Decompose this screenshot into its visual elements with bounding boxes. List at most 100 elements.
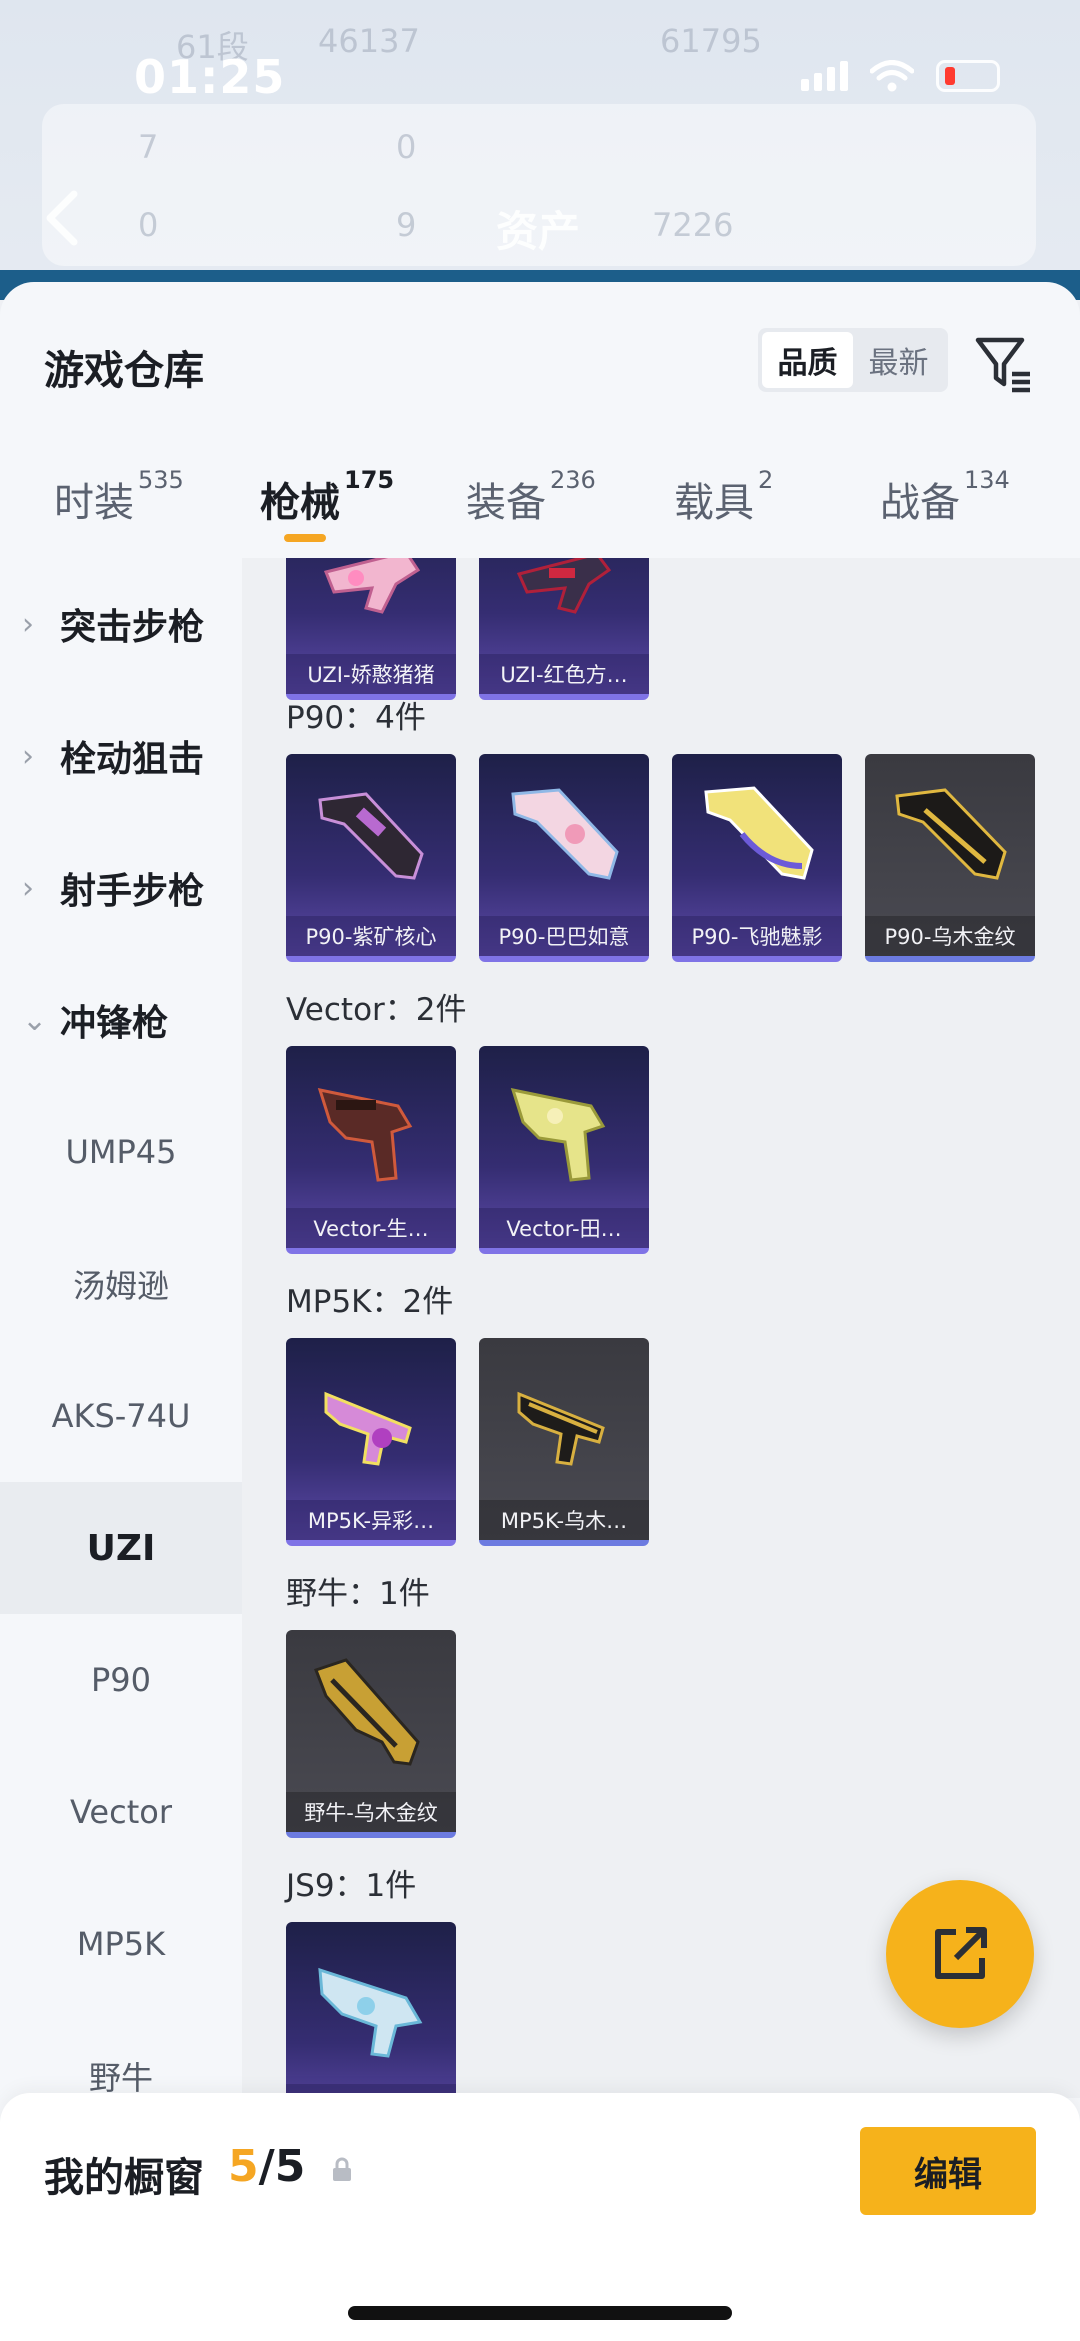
nav-item-uzi[interactable]: UZI: [0, 1482, 242, 1614]
nav-group-marksman-rifle[interactable]: › 射手步枪: [0, 822, 242, 954]
background-faded-text: 7226: [652, 206, 734, 244]
tab-equipment[interactable]: 装备 236: [466, 466, 596, 528]
chevron-right-icon: ›: [22, 738, 34, 774]
nav-item-thompson[interactable]: 汤姆逊: [0, 1218, 242, 1350]
section-title-js9: JS9：1件: [286, 1868, 417, 1904]
weapon-skin-image: [516, 558, 612, 614]
weapon-card-label: MP5K-乌木…: [479, 1500, 649, 1540]
weapon-card-label: P90-飞驰魅影: [672, 916, 842, 956]
share-icon: [935, 1927, 987, 1979]
tab-firearms[interactable]: 枪械 175: [260, 466, 394, 528]
back-arrow-icon[interactable]: [40, 188, 84, 252]
weapon-skin-image: [895, 788, 1007, 880]
section-title-p90: P90：4件: [286, 700, 426, 736]
weapon-card[interactable]: P90-乌木金纹: [865, 754, 1035, 962]
weapon-card-label: P90-乌木金纹: [865, 916, 1035, 956]
showcase-label: 我的橱窗: [44, 2155, 204, 2201]
tab-label: 装备: [466, 480, 546, 526]
weapon-card[interactable]: 野牛-乌木金纹: [286, 1630, 456, 1838]
weapon-skin-image: [510, 1088, 606, 1182]
weapon-grid: UZI-娇憨猪猪 UZI-红色方… P90：4件 P90-紫矿核心 P90-巴巴…: [242, 558, 1080, 2098]
chevron-right-icon: ›: [22, 870, 34, 906]
signal-icon: [801, 61, 848, 91]
home-indicator: [348, 2306, 732, 2320]
weapon-skin-image: [517, 1391, 605, 1466]
weapon-card-label: Vector-田…: [479, 1208, 649, 1248]
active-tab-indicator: [284, 534, 326, 542]
tab-label: 战备: [880, 480, 960, 526]
nav-group-bolt-sniper[interactable]: › 栓动狙击: [0, 690, 242, 822]
weapon-card-label: UZI-红色方…: [479, 654, 649, 694]
nav-group-assault-rifle[interactable]: › 突击步枪: [0, 558, 242, 690]
section-title-mp5k: MP5K：2件: [286, 1284, 454, 1320]
tab-count: 134: [964, 466, 1010, 494]
weapon-category-nav: › 突击步枪 › 栓动狙击 › 射手步枪 ⌄ 冲锋枪 UMP45 汤姆逊 AKS…: [0, 558, 242, 2158]
background-faded-text: 7: [138, 128, 159, 166]
tab-battle-gear[interactable]: 战备 134: [880, 466, 1010, 528]
sort-option-latest[interactable]: 最新: [853, 332, 944, 388]
weapon-card-label: P90-巴巴如意: [479, 916, 649, 956]
game-warehouse-sheet: 游戏仓库 品质 最新 时装 535 枪械 175 装备 236 载具 2 战备 134 ›…: [0, 282, 1080, 2341]
weapon-card[interactable]: Vector-田…: [479, 1046, 649, 1254]
weapon-skin-image: [318, 1967, 423, 2058]
nav-group-label: 射手步枪: [60, 871, 205, 912]
tab-count: 2: [758, 466, 774, 494]
tab-count: 535: [138, 466, 184, 494]
showcase-bar: 我的橱窗 5/5 编辑: [0, 2093, 1080, 2341]
edit-button[interactable]: 编辑: [860, 2127, 1036, 2215]
background-faded-text: 9: [396, 206, 417, 244]
status-icons: [801, 60, 1000, 92]
nav-item-aks74u[interactable]: AKS-74U: [0, 1350, 242, 1482]
tab-fashion[interactable]: 时装 535: [54, 466, 184, 528]
background-faded-text: 0: [138, 206, 159, 244]
tab-label: 载具: [674, 480, 754, 526]
sheet-title: 游戏仓库: [44, 348, 204, 394]
showcase-count: 5/5: [228, 2141, 305, 2192]
weapon-skin-image: [323, 558, 421, 614]
chevron-down-icon: ⌄: [22, 1002, 48, 1038]
status-time: 01:25: [134, 50, 286, 104]
nav-item-vector[interactable]: Vector: [0, 1746, 242, 1878]
background-faded-text: 46137: [318, 22, 420, 60]
nav-item-ump45[interactable]: UMP45: [0, 1086, 242, 1218]
showcase-max: 5: [274, 2141, 306, 2192]
weapon-card[interactable]: P90-紫矿核心: [286, 754, 456, 962]
chevron-right-icon: ›: [22, 606, 34, 642]
weapon-card[interactable]: UZI-红色方…: [479, 558, 649, 700]
weapon-skin-image: [314, 1658, 420, 1766]
sort-toggle: 品质 最新: [758, 328, 948, 392]
share-button[interactable]: [886, 1880, 1034, 2028]
weapon-card[interactable]: P90-飞驰魅影: [672, 754, 842, 962]
section-title-bison: 野牛：1件: [286, 1576, 430, 1612]
battery-icon: [936, 60, 1000, 92]
tab-label: 枪械: [260, 480, 340, 526]
weapon-skin-image: [317, 1088, 413, 1182]
background-faded-text: 61795: [660, 22, 762, 60]
lock-icon: [330, 2157, 354, 2187]
showcase-separator: /: [258, 2141, 275, 2192]
tab-count: 175: [344, 466, 395, 494]
weapon-card-label: Vector-生…: [286, 1208, 456, 1248]
weapon-card[interactable]: MP5K-异彩…: [286, 1338, 456, 1546]
tab-count: 236: [550, 466, 596, 494]
tab-vehicles[interactable]: 载具 2: [674, 466, 773, 528]
nav-group-label: 冲锋枪: [60, 1003, 169, 1044]
weapon-card[interactable]: Vector-生…: [286, 1046, 456, 1254]
nav-group-label: 栓动狙击: [60, 739, 205, 780]
wifi-icon: [870, 60, 914, 92]
background-faded-text: 0: [396, 128, 417, 166]
nav-item-mp5k[interactable]: MP5K: [0, 1878, 242, 2010]
nav-group-smg[interactable]: ⌄ 冲锋枪: [0, 954, 242, 1086]
section-title-vector: Vector：2件: [286, 992, 467, 1028]
weapon-skin-image: [318, 792, 424, 880]
background-page-title: 资产: [496, 207, 581, 256]
weapon-card[interactable]: UZI-娇憨猪猪: [286, 558, 456, 700]
weapon-card[interactable]: JS9-烟云小号: [286, 1922, 456, 2098]
filter-icon[interactable]: [972, 332, 1036, 400]
weapon-card[interactable]: MP5K-乌木…: [479, 1338, 649, 1546]
sort-option-quality[interactable]: 品质: [762, 332, 853, 388]
nav-item-p90[interactable]: P90: [0, 1614, 242, 1746]
weapon-skin-image: [704, 786, 814, 880]
weapon-skin-image: [511, 788, 619, 880]
weapon-card[interactable]: P90-巴巴如意: [479, 754, 649, 962]
